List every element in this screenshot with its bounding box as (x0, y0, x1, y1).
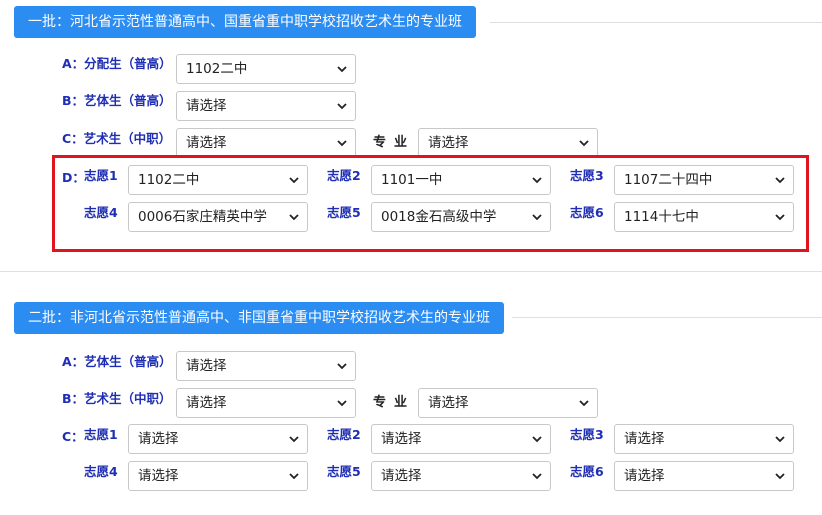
selected-value: 0018金石高级中学 (381, 209, 497, 225)
batch1-wish2-label: 志愿2 (327, 168, 361, 183)
batch1-wish4-label: 志愿4 (84, 205, 118, 220)
batch1-wish4-select[interactable]: 0006石家庄精英中学 (128, 202, 308, 232)
chevron-down-icon (532, 436, 542, 443)
batch2-title: 二批：非河北省示范性普通高中、非国重省重中职学校招收艺术生的专业班 (14, 302, 504, 334)
selected-value: 请选择 (428, 135, 469, 151)
batch1-wish2-select[interactable]: 1101一中 (371, 165, 551, 195)
batch2-wish4-select[interactable]: 请选择 (128, 461, 308, 491)
chevron-down-icon (337, 66, 347, 73)
batch1-major-select[interactable]: 请选择 (418, 128, 598, 158)
batch2-wish4-label: 志愿4 (84, 464, 118, 479)
batch1-wish5-label: 志愿5 (327, 205, 361, 220)
selected-value: 请选择 (186, 395, 227, 411)
batch2-wish6-select[interactable]: 请选择 (614, 461, 794, 491)
batch1-wish3-label: 志愿3 (570, 168, 604, 183)
selected-value: 请选择 (381, 431, 422, 447)
batch1-wish5-select[interactable]: 0018金石高级中学 (371, 202, 551, 232)
selected-value: 请选择 (624, 431, 665, 447)
chevron-down-icon (289, 214, 299, 221)
batch2-major-label: 专业 (373, 395, 416, 410)
batch1-wish6-select[interactable]: 1114十七中 (614, 202, 794, 232)
batch1-wish1-select[interactable]: 1102二中 (128, 165, 308, 195)
batch1-wish3-select[interactable]: 1107二十四中 (614, 165, 794, 195)
section-divider (490, 22, 822, 23)
batch2-major-select[interactable]: 请选择 (418, 388, 598, 418)
selected-value: 0006石家庄精英中学 (138, 209, 267, 225)
batch1-wish1-label: 志愿1 (84, 168, 118, 183)
batch2-wish6-label: 志愿6 (570, 464, 604, 479)
selected-value: 请选择 (624, 468, 665, 484)
selected-value: 请选择 (138, 431, 179, 447)
selected-value: 1114十七中 (624, 209, 699, 225)
batch1-major-label: 专业 (373, 135, 416, 150)
batch1-b-select[interactable]: 请选择 (176, 91, 356, 121)
selected-value: 1101一中 (381, 172, 443, 188)
batch1-a-select[interactable]: 1102二中 (176, 54, 356, 84)
selected-value: 1107二十四中 (624, 172, 713, 188)
batch2-a-label: A：艺体生（普高） (62, 354, 172, 369)
chevron-down-icon (775, 214, 785, 221)
chevron-down-icon (289, 177, 299, 184)
selected-value: 请选择 (138, 468, 179, 484)
chevron-down-icon (289, 473, 299, 480)
batch1-title: 一批：河北省示范性普通高中、国重省重中职学校招收艺术生的专业班 (14, 6, 476, 38)
chevron-down-icon (579, 400, 589, 407)
selected-value: 请选择 (186, 358, 227, 374)
batch2-wish1-select[interactable]: 请选择 (128, 424, 308, 454)
chevron-down-icon (532, 473, 542, 480)
chevron-down-icon (289, 436, 299, 443)
chevron-down-icon (337, 103, 347, 110)
chevron-down-icon (337, 400, 347, 407)
chevron-down-icon (775, 473, 785, 480)
chevron-down-icon (775, 177, 785, 184)
batch2-wish3-select[interactable]: 请选择 (614, 424, 794, 454)
selected-value: 请选择 (428, 395, 469, 411)
chevron-down-icon (532, 214, 542, 221)
chevron-down-icon (579, 140, 589, 147)
batch2-a-select[interactable]: 请选择 (176, 351, 356, 381)
batch2-c-prefix: C： (62, 429, 84, 444)
selected-value: 请选择 (381, 468, 422, 484)
batch2-wish3-label: 志愿3 (570, 427, 604, 442)
section-divider (512, 317, 822, 318)
selected-value: 1102二中 (186, 61, 248, 77)
batch1-wish6-label: 志愿6 (570, 205, 604, 220)
batch2-b-label: B：艺术生（中职） (62, 391, 172, 406)
chevron-down-icon (775, 436, 785, 443)
chevron-down-icon (337, 363, 347, 370)
chevron-down-icon (337, 140, 347, 147)
batch1-d-prefix: D： (62, 170, 85, 185)
batch1-c-label: C：艺术生（中职） (62, 131, 172, 146)
batch1-a-label: A：分配生（普高） (62, 56, 172, 71)
selected-value: 请选择 (186, 98, 227, 114)
batch2-wish1-label: 志愿1 (84, 427, 118, 442)
batch1-b-label: B：艺体生（普高） (62, 93, 172, 108)
batch2-b-select[interactable]: 请选择 (176, 388, 356, 418)
batch2-wish2-label: 志愿2 (327, 427, 361, 442)
chevron-down-icon (532, 177, 542, 184)
batch2-wish5-label: 志愿5 (327, 464, 361, 479)
batch2-wish5-select[interactable]: 请选择 (371, 461, 551, 491)
section-divider (0, 271, 822, 272)
selected-value: 请选择 (186, 135, 227, 151)
selected-value: 1102二中 (138, 172, 200, 188)
batch2-wish2-select[interactable]: 请选择 (371, 424, 551, 454)
batch1-c-select[interactable]: 请选择 (176, 128, 356, 158)
